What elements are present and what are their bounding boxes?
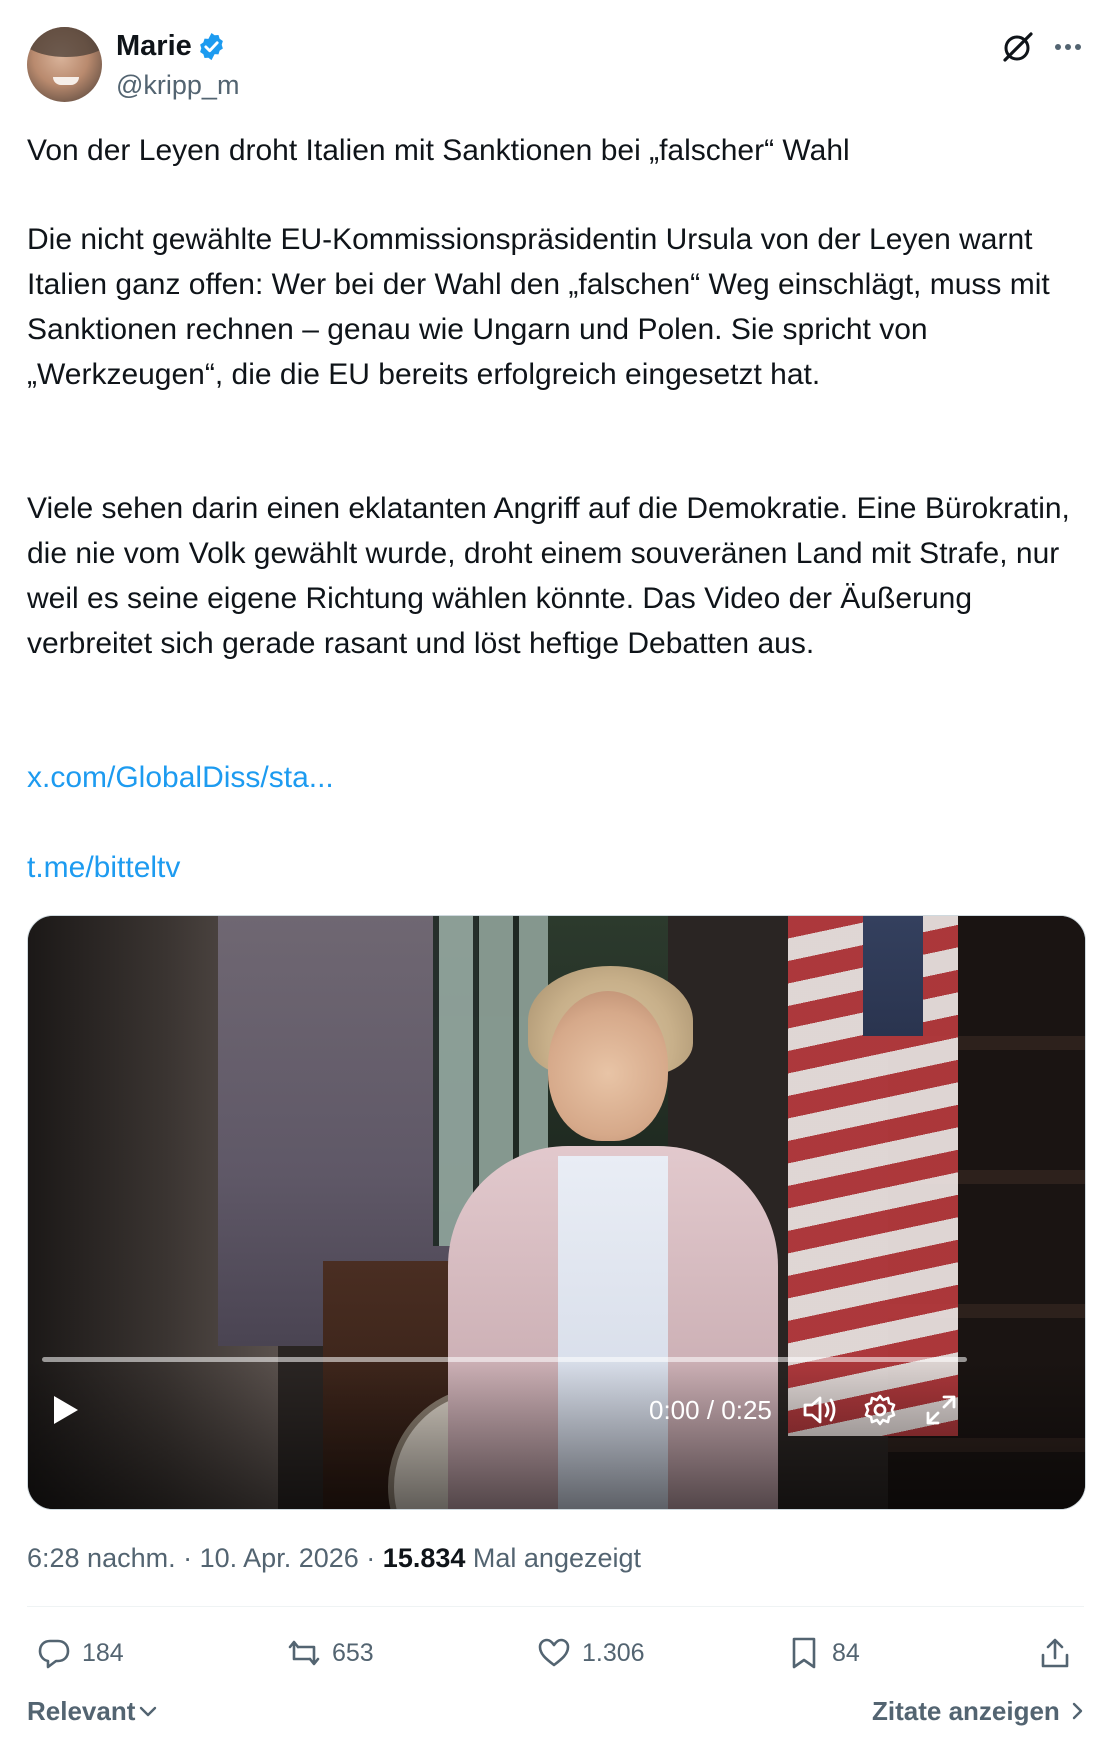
tweet-date[interactable]: 10. Apr. 2026 <box>200 1543 359 1573</box>
show-quotes-link[interactable]: Zitate anzeigen <box>872 1693 1088 1729</box>
tweet-time[interactable]: 6:28 nachm. <box>27 1543 176 1573</box>
tweet-headline: Von der Leyen droht Italien mit Sanktion… <box>27 134 850 167</box>
view-label: Mal angezeigt <box>472 1543 642 1573</box>
tweet-paragraph: Die nicht gewählte EU-Kommissionspräside… <box>27 223 1050 391</box>
avatar[interactable] <box>27 27 102 102</box>
tweet-meta: 6:28 nachm. · 10. Apr. 2026 · 15.834 Mal… <box>27 1543 642 1573</box>
sort-label: Relevant <box>27 1696 136 1726</box>
like-icon <box>538 1638 570 1667</box>
video-time: 0:00 / 0:25 <box>649 1395 772 1425</box>
author-name[interactable]: Marie <box>116 28 192 64</box>
tweet-page: Marie @kripp_m Von der Leyen droht Itali… <box>0 0 1111 1749</box>
grok-icon[interactable] <box>1001 30 1035 64</box>
bookmark-button[interactable]: 84 <box>786 1632 860 1674</box>
view-count: 15.834 <box>382 1543 466 1573</box>
like-count: 1.306 <box>582 1638 645 1667</box>
tweet-link[interactable]: x.com/GlobalDiss/sta... <box>27 755 334 800</box>
repost-button[interactable]: 653 <box>286 1632 374 1674</box>
like-button[interactable]: 1.306 <box>536 1632 645 1674</box>
author-handle[interactable]: @kripp_m <box>116 68 239 102</box>
bookmark-icon <box>792 1637 816 1669</box>
play-icon[interactable] <box>48 1393 82 1427</box>
repost-count: 653 <box>332 1638 374 1667</box>
fullscreen-icon[interactable] <box>923 1392 959 1428</box>
tweet-link[interactable]: t.me/bitteltv <box>27 845 180 890</box>
reply-count: 184 <box>82 1638 124 1667</box>
share-button[interactable] <box>1037 1632 1083 1674</box>
chevron-right-icon <box>1072 1702 1083 1720</box>
settings-gear-icon[interactable] <box>862 1392 898 1428</box>
reply-icon <box>38 1639 70 1669</box>
quotes-label: Zitate anzeigen <box>872 1696 1060 1726</box>
share-icon <box>1041 1638 1069 1668</box>
repost-icon <box>288 1640 320 1666</box>
video-progress-bar[interactable] <box>42 1357 967 1362</box>
more-icon[interactable] <box>1052 30 1084 64</box>
chevron-down-icon <box>140 1706 157 1717</box>
volume-icon[interactable] <box>801 1392 839 1428</box>
bookmark-count: 84 <box>832 1638 860 1667</box>
video-player[interactable]: 0:00 / 0:25 <box>27 915 1086 1510</box>
tweet-paragraph: Viele sehen darin einen eklatanten Angri… <box>27 492 1070 660</box>
reply-button[interactable]: 184 <box>36 1632 124 1674</box>
verified-badge-icon[interactable] <box>196 31 227 62</box>
divider <box>27 1606 1084 1607</box>
sort-dropdown[interactable]: Relevant <box>27 1693 159 1729</box>
